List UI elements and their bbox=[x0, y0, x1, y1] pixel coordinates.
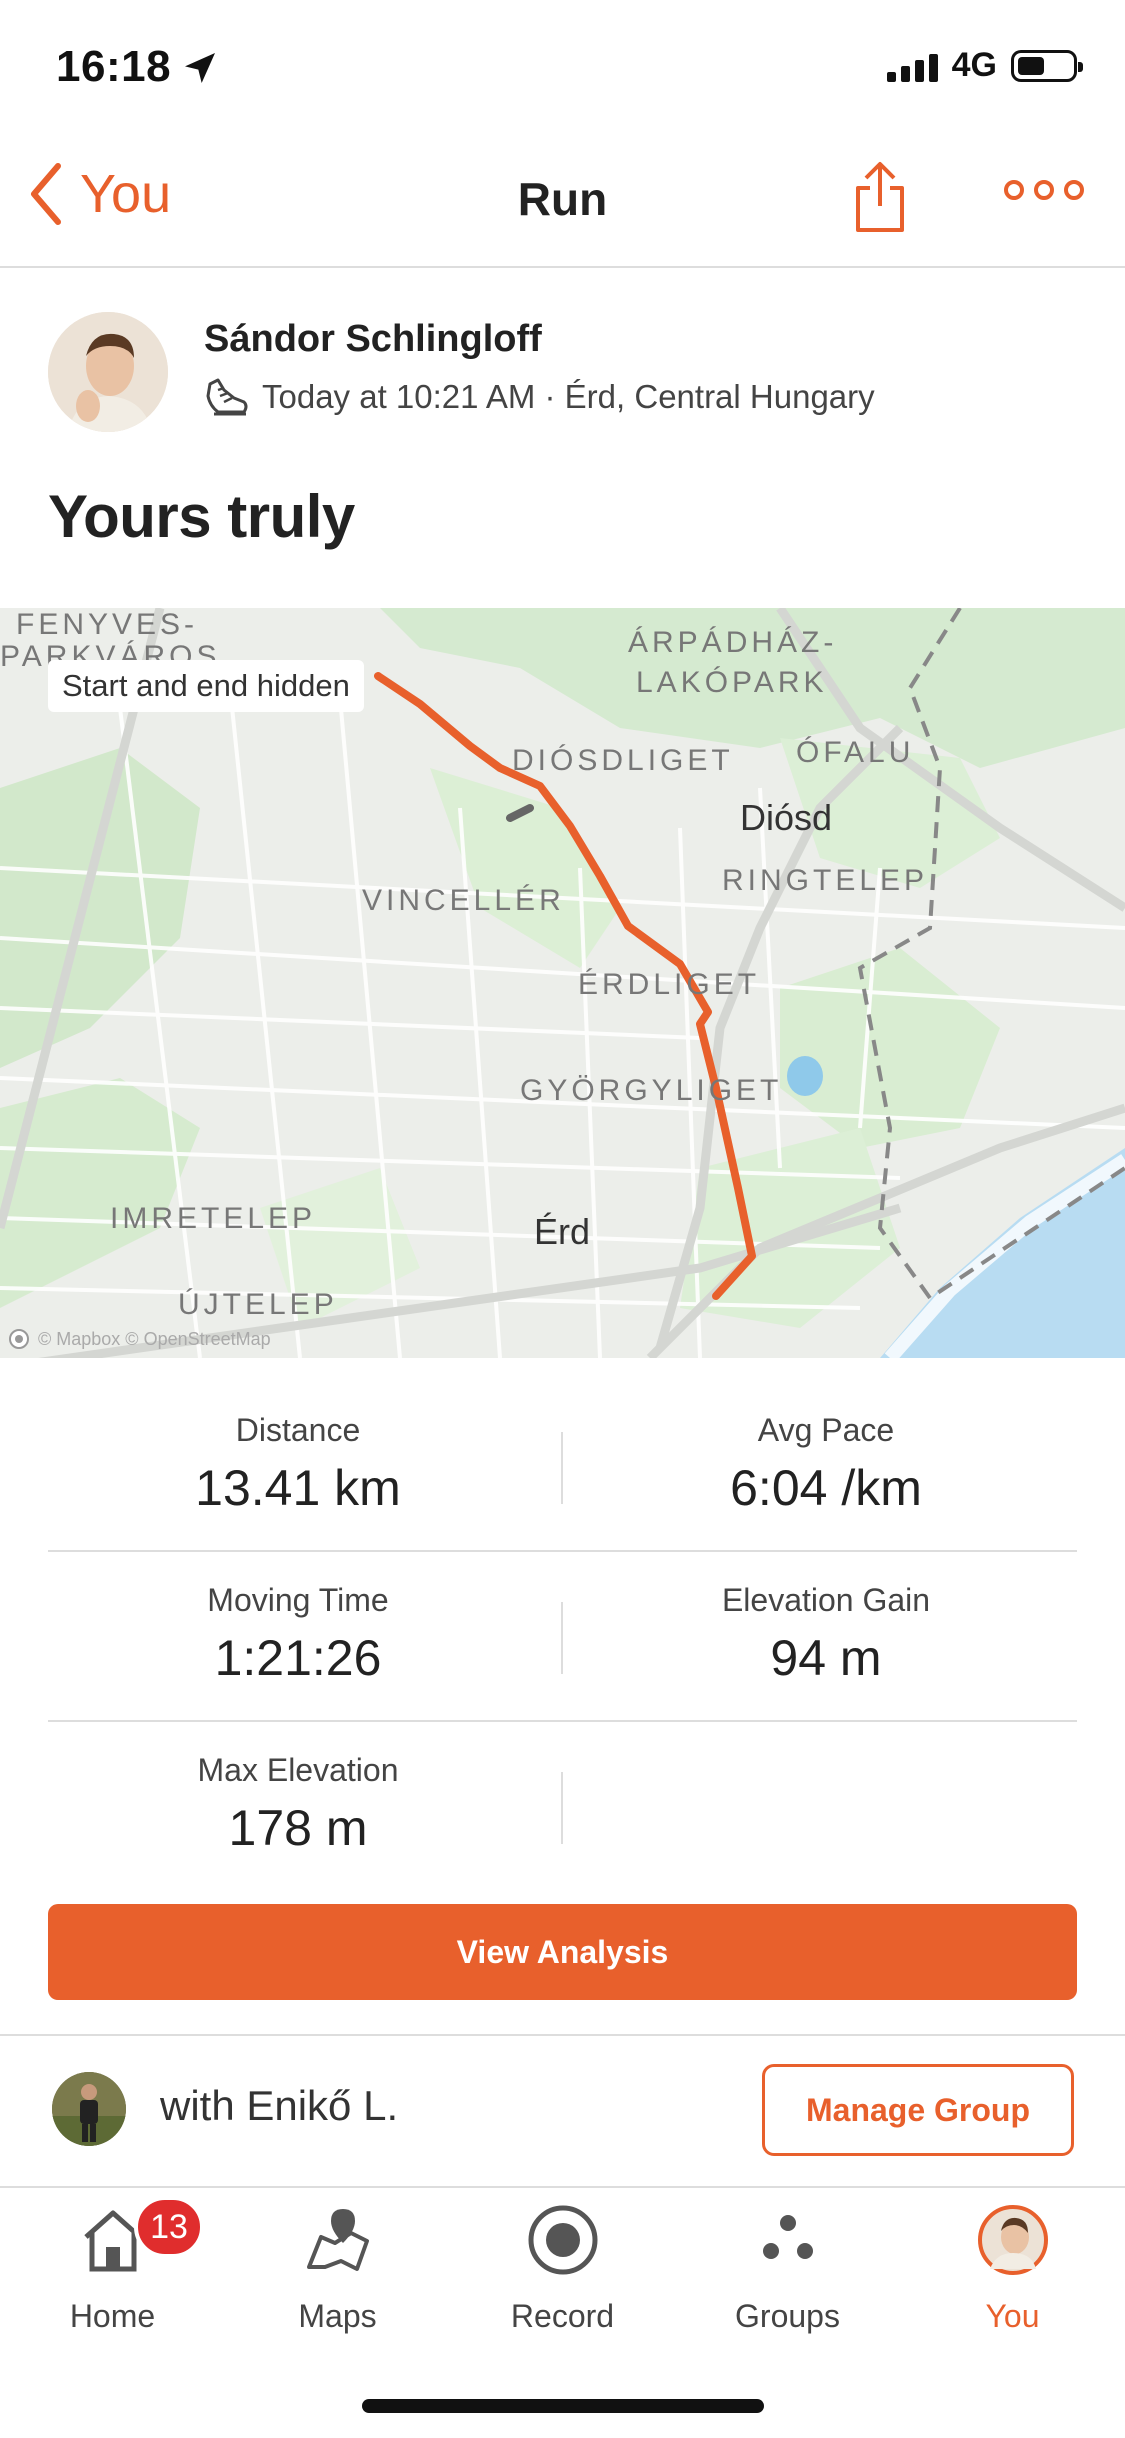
view-analysis-button[interactable]: View Analysis bbox=[48, 1904, 1077, 2000]
status-time: 16:18 bbox=[56, 42, 172, 91]
map-city-label: Érd bbox=[534, 1211, 590, 1252]
stat-max-elevation: Max Elevation 178 m bbox=[38, 1752, 558, 1857]
stat-label: Max Elevation bbox=[197, 1752, 399, 1788]
groups-icon bbox=[748, 2200, 828, 2280]
tab-label: You bbox=[985, 2298, 1040, 2334]
stat-avg-pace: Avg Pace 6:04 /km bbox=[566, 1412, 1086, 1517]
more-options-icon[interactable] bbox=[1004, 180, 1084, 200]
group-with-text[interactable]: with Enikő L. bbox=[160, 2082, 398, 2130]
stat-label: Distance bbox=[235, 1412, 361, 1448]
map-attribution[interactable]: © Mapbox © OpenStreetMap bbox=[8, 1328, 271, 1350]
stat-elevation-gain: Elevation Gain 94 m bbox=[566, 1582, 1086, 1687]
map-label: FENYVES- bbox=[16, 608, 198, 641]
activity-meta: Today at 10:21 AM · Érd, Central Hungary bbox=[204, 376, 875, 418]
page-title: Run bbox=[517, 173, 608, 225]
map-label: ÚJTELEP bbox=[178, 1288, 338, 1321]
map-pin-icon bbox=[298, 2200, 378, 2280]
athlete-avatar[interactable] bbox=[48, 312, 168, 432]
map-city-label: Diósd bbox=[740, 797, 832, 838]
profile-avatar-icon bbox=[973, 2200, 1053, 2280]
share-icon[interactable] bbox=[852, 160, 908, 236]
stat-label: Avg Pace bbox=[757, 1412, 895, 1448]
activity-meta-text: Today at 10:21 AM · Érd, Central Hungary bbox=[262, 378, 875, 415]
map-label: LAKÓPARK bbox=[636, 666, 828, 699]
battery-icon bbox=[1011, 49, 1083, 82]
stat-divider bbox=[561, 1772, 563, 1844]
tab-you[interactable]: You bbox=[900, 2200, 1125, 2335]
manage-group-button[interactable]: Manage Group bbox=[762, 2064, 1074, 2156]
map-label: VINCELLÉR bbox=[362, 884, 565, 917]
runner-avatar-icon bbox=[52, 2072, 126, 2146]
stats-row-divider bbox=[48, 1550, 1077, 1552]
person-avatar-icon bbox=[48, 312, 168, 432]
stat-value: 178 m bbox=[228, 1800, 368, 1856]
stat-divider bbox=[561, 1432, 563, 1504]
map-label: GYÖRGYLIGET bbox=[520, 1074, 782, 1107]
privacy-zone-badge: Start and end hidden bbox=[48, 660, 364, 712]
stat-moving-time: Moving Time 1:21:26 bbox=[38, 1582, 558, 1687]
map-label: IMRETELEP bbox=[110, 1202, 316, 1235]
stat-value: 6:04 /km bbox=[730, 1460, 922, 1516]
cellular-signal-icon bbox=[886, 50, 938, 82]
stat-distance: Distance 13.41 km bbox=[38, 1412, 558, 1517]
status-indicators: 4G bbox=[886, 46, 1083, 85]
mapbox-logo-icon bbox=[9, 1329, 29, 1349]
athlete-name[interactable]: Sándor Schlingloff bbox=[204, 318, 542, 361]
map-label: ÓFALU bbox=[796, 736, 914, 769]
map-label: ÉRDLIGET bbox=[578, 968, 760, 1001]
lake bbox=[787, 1056, 823, 1096]
tab-label: Maps bbox=[298, 2298, 377, 2334]
map-label: DIÓSDLIGET bbox=[512, 744, 734, 777]
attribution-text: © Mapbox © OpenStreetMap bbox=[38, 1328, 271, 1349]
stat-value: 13.41 km bbox=[195, 1460, 401, 1516]
tab-maps[interactable]: Maps bbox=[225, 2200, 450, 2335]
record-icon bbox=[523, 2200, 603, 2280]
section-divider bbox=[0, 2034, 1125, 2036]
route-map[interactable]: FENYVES- PARKVÁROS ÁRPÁDHÁZ- LAKÓPARK DI… bbox=[0, 608, 1125, 1358]
tab-label: Record bbox=[510, 2298, 615, 2334]
stat-value: 94 m bbox=[770, 1630, 882, 1686]
running-shoe-icon bbox=[206, 378, 248, 416]
activity-title: Yours truly bbox=[48, 483, 355, 550]
tab-label: Groups bbox=[735, 2298, 840, 2334]
location-arrow-icon bbox=[185, 53, 215, 83]
stat-divider bbox=[561, 1602, 563, 1674]
tab-label: Home bbox=[69, 2298, 156, 2334]
stats-row-divider bbox=[48, 1720, 1077, 1722]
map-canvas: FENYVES- PARKVÁROS ÁRPÁDHÁZ- LAKÓPARK DI… bbox=[0, 608, 1125, 1358]
stat-value: 1:21:26 bbox=[214, 1630, 382, 1686]
stat-label: Elevation Gain bbox=[721, 1582, 931, 1618]
network-type: 4G bbox=[951, 46, 997, 84]
tab-groups[interactable]: Groups bbox=[675, 2200, 900, 2335]
stat-label: Moving Time bbox=[207, 1582, 389, 1618]
map-label: ÁRPÁDHÁZ- bbox=[628, 626, 837, 659]
notification-badge: 13 bbox=[134, 2196, 204, 2258]
map-label: RINGTELEP bbox=[722, 864, 928, 897]
home-indicator bbox=[362, 2399, 764, 2413]
group-avatar[interactable] bbox=[52, 2072, 126, 2146]
tab-record[interactable]: Record bbox=[450, 2200, 675, 2335]
